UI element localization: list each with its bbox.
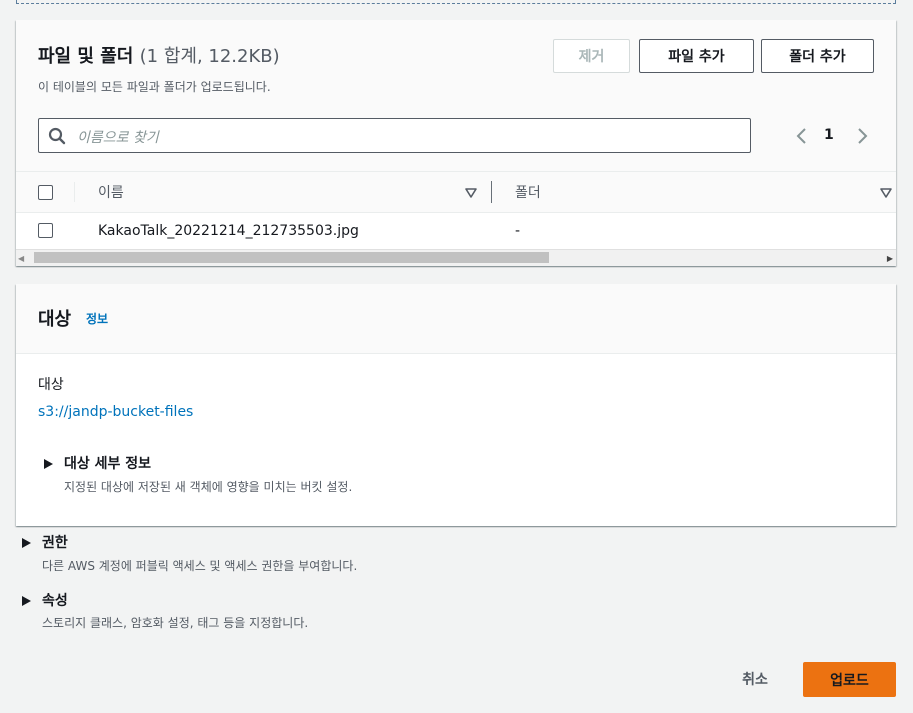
column-header-folder[interactable]: 폴더 (515, 182, 541, 202)
column-header-name[interactable]: 이름 (98, 182, 124, 202)
files-panel-header: 파일 및 폴더 (1 합계, 12.2KB) 이 테이블의 모든 파일과 폴더가… (16, 20, 896, 171)
destination-bucket-link[interactable]: s3://jandp-bucket-files (38, 404, 193, 420)
drop-zone-edge (16, 0, 896, 4)
files-count: (1 합계, 12.2KB) (139, 46, 280, 67)
pagination-current-page[interactable]: 1 (824, 127, 834, 143)
destination-info-link[interactable]: 정보 (86, 310, 108, 327)
select-all-checkbox[interactable] (38, 185, 53, 200)
add-folder-button[interactable]: 폴더 추가 (761, 39, 874, 73)
remove-button[interactable]: 제거 (553, 39, 630, 73)
horizontal-scrollbar[interactable]: ◀ ▶ (16, 249, 896, 266)
row-checkbox[interactable] (38, 223, 53, 238)
destination-panel: 대상 정보 대상 s3://jandp-bucket-files 대상 세부 정… (16, 284, 896, 526)
destination-label: 대상 (38, 377, 64, 393)
file-folder: - (515, 223, 521, 239)
permissions-toggle[interactable]: 권한 (42, 532, 68, 552)
scroll-left-arrow-icon[interactable]: ◀ (18, 254, 24, 263)
chevron-right-icon[interactable] (854, 126, 870, 146)
permissions-description: 다른 AWS 계정에 퍼블릭 액세스 및 액세스 권한을 부여합니다. (42, 559, 358, 573)
files-title-text: 파일 및 폴더 (38, 46, 134, 67)
chevron-left-icon[interactable] (794, 126, 810, 146)
properties-description: 스토리지 클래스, 암호화 설정, 태그 등을 지정합니다. (42, 616, 309, 630)
caret-right-icon[interactable] (22, 596, 31, 606)
destination-details-toggle[interactable]: 대상 세부 정보 (64, 453, 151, 473)
sort-down-icon[interactable] (465, 188, 477, 198)
scrollbar-thumb[interactable] (34, 252, 549, 263)
files-panel-title: 파일 및 폴더 (1 합계, 12.2KB) (38, 42, 280, 68)
destination-title: 대상 (38, 309, 72, 330)
destination-header: 대상 정보 (16, 284, 896, 354)
caret-right-icon[interactable] (44, 459, 53, 469)
table-header: 이름 폴더 (16, 171, 896, 213)
column-divider (74, 182, 75, 202)
search-placeholder: 이름으로 찾기 (77, 130, 159, 146)
column-resize-handle[interactable] (491, 181, 492, 203)
files-panel-description: 이 테이블의 모든 파일과 폴더가 업로드됩니다. (38, 80, 271, 94)
file-name: KakaoTalk_20221214_212735503.jpg (98, 223, 359, 239)
destination-details-description: 지정된 대상에 저장된 새 객체에 영향을 미치는 버킷 설정. (64, 480, 353, 494)
sort-down-icon[interactable] (880, 188, 892, 198)
search-input[interactable]: 이름으로 찾기 (38, 118, 751, 153)
scroll-right-arrow-icon[interactable]: ▶ (887, 254, 893, 263)
upload-button[interactable]: 업로드 (803, 662, 896, 697)
search-icon (48, 127, 66, 145)
cancel-button[interactable]: 취소 (720, 667, 790, 691)
files-and-folders-panel: 파일 및 폴더 (1 합계, 12.2KB) 이 테이블의 모든 파일과 폴더가… (16, 20, 896, 266)
caret-right-icon[interactable] (22, 538, 31, 548)
properties-toggle[interactable]: 속성 (42, 590, 68, 610)
table-row: KakaoTalk_20221214_212735503.jpg - (16, 213, 896, 249)
add-files-button[interactable]: 파일 추가 (639, 39, 754, 73)
